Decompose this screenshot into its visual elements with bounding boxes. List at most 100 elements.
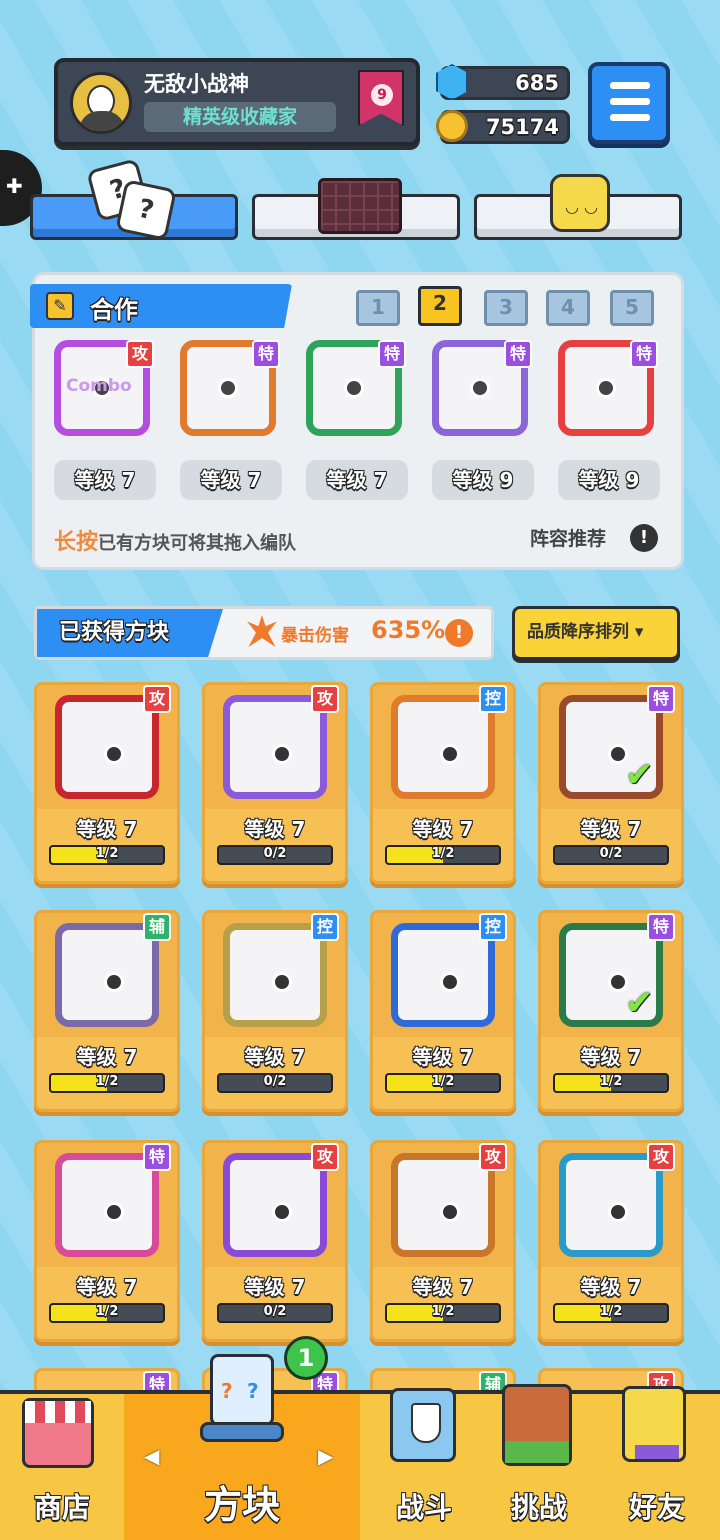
block-center-icon xyxy=(344,378,364,398)
deck-section-label: 合作 xyxy=(90,296,138,324)
nav-challenge-label: 挑战 xyxy=(510,1491,567,1524)
block-level: 等级 7 xyxy=(580,1275,642,1299)
deck-card-level: 等级 7 xyxy=(54,460,156,500)
menu-button[interactable] xyxy=(588,62,670,144)
deck-page-3[interactable]: 3 xyxy=(484,290,528,326)
shop-icon xyxy=(22,1398,94,1468)
progress-text: 0/2 xyxy=(263,1304,287,1319)
deck-card-level: 等级 9 xyxy=(558,460,660,500)
deck-page-4[interactable]: 4 xyxy=(546,290,590,326)
block-card[interactable]: 攻等级 7 1/2 xyxy=(538,1140,684,1342)
block-type-tag: 攻 xyxy=(311,1143,339,1171)
hint-emphasis: 长按 xyxy=(54,530,99,555)
obtained-header: 已获得方块 暴击伤害 635% ! xyxy=(34,606,494,660)
lineup-recommend-button[interactable]: 阵容推荐 xyxy=(530,524,606,551)
nav-right-arrow[interactable]: ▶ xyxy=(318,1444,333,1468)
block-card[interactable]: 特 ✔ 等级 7 0/2 xyxy=(538,682,684,884)
block-level: 等级 7 xyxy=(580,817,642,841)
coin-icon xyxy=(436,110,468,142)
info-icon[interactable]: ! xyxy=(630,524,658,552)
nav-left-arrow[interactable]: ◀ xyxy=(144,1444,159,1468)
deck-page-2[interactable]: 2 xyxy=(418,286,462,326)
deck-card[interactable]: 特 xyxy=(302,334,412,444)
coin-amount: 75174 xyxy=(485,115,559,139)
block-card[interactable]: 攻等级 7 1/2 xyxy=(34,682,180,884)
nav-shop[interactable]: 商店 xyxy=(0,1394,124,1540)
pedestal-icon xyxy=(200,1422,284,1442)
rank-badge[interactable]: 9 xyxy=(358,70,404,126)
block-card[interactable]: 攻等级 7 1/2 xyxy=(370,1140,516,1342)
block-card[interactable]: 攻等级 7 0/2 xyxy=(202,1140,348,1342)
upgrade-progress-bar: 1/2 xyxy=(385,1303,501,1323)
nav-blocks[interactable]: ? ? ◀ ▶ 方块 xyxy=(124,1354,360,1540)
block-card[interactable]: 特等级 7 1/2 xyxy=(34,1140,180,1342)
edit-icon[interactable]: ✎ xyxy=(46,292,74,320)
block-type-tag: 攻 xyxy=(479,1143,507,1171)
obtained-label: 已获得方块 xyxy=(37,609,223,657)
block-center-icon xyxy=(440,744,460,764)
block-level: 等级 7 xyxy=(244,817,306,841)
rank-number: 9 xyxy=(371,84,393,106)
upgrade-progress-bar: 0/2 xyxy=(553,845,669,865)
nav-friends-label: 好友 xyxy=(628,1491,685,1524)
deck-card[interactable]: 特 xyxy=(176,334,286,444)
block-level: 等级 7 xyxy=(412,1275,474,1299)
upgrade-progress-bar: 1/2 xyxy=(49,1303,165,1323)
deck-page-5[interactable]: 5 xyxy=(610,290,654,326)
block-center-icon xyxy=(608,1202,628,1222)
block-center-icon xyxy=(440,972,460,992)
nav-shop-label: 商店 xyxy=(33,1491,90,1524)
block-level: 等级 7 xyxy=(244,1045,306,1069)
equipped-check-icon: ✔ xyxy=(625,983,654,1023)
progress-text: 1/2 xyxy=(599,1304,623,1319)
progress-text: 1/2 xyxy=(95,1304,119,1319)
deck-card[interactable]: 攻 Combo xyxy=(50,334,160,444)
progress-text: 1/2 xyxy=(599,1074,623,1089)
block-type-tag: 特 xyxy=(252,340,280,368)
block-type-tag: 控 xyxy=(479,685,507,713)
block-center-icon xyxy=(596,378,616,398)
upgrade-progress-bar: 1/2 xyxy=(49,845,165,865)
block-level: 等级 7 xyxy=(76,817,138,841)
block-center-icon xyxy=(272,972,292,992)
profile-panel[interactable]: 无敌小战神 精英级收藏家 9 xyxy=(54,58,420,146)
block-card[interactable]: 控等级 7 1/2 xyxy=(370,682,516,884)
deck-card-level: 等级 9 xyxy=(432,460,534,500)
progress-text: 0/2 xyxy=(263,1074,287,1089)
progress-text: 0/2 xyxy=(263,846,287,861)
nav-challenge[interactable]: 挑战 xyxy=(484,1384,594,1540)
block-center-icon xyxy=(218,378,238,398)
deck-card[interactable]: 特 xyxy=(428,334,538,444)
block-type-tag: 特 xyxy=(504,340,532,368)
block-card[interactable]: 控等级 7 1/2 xyxy=(370,910,516,1112)
avatar[interactable] xyxy=(70,72,132,134)
crit-icon xyxy=(247,615,277,647)
friend-character-icon xyxy=(622,1386,686,1462)
nav-blocks-label: 方块 xyxy=(203,1483,280,1527)
deck-page-1[interactable]: 1 xyxy=(356,290,400,326)
sort-dropdown[interactable]: 品质降序排列 ▾ xyxy=(512,606,680,660)
progress-text: 1/2 xyxy=(95,1074,119,1089)
block-card[interactable]: 辅等级 7 1/2 xyxy=(34,910,180,1112)
sword-shield-icon xyxy=(390,1388,456,1462)
chocolate-block-icon xyxy=(318,178,402,234)
smiley-block-icon: ◡ ◡ xyxy=(550,174,610,232)
block-type-tag: 特 xyxy=(647,685,675,713)
player-title: 精英级收藏家 xyxy=(144,102,336,132)
block-card[interactable]: 攻等级 7 0/2 xyxy=(202,682,348,884)
player-name: 无敌小战神 xyxy=(144,72,249,96)
equipped-check-icon: ✔ xyxy=(625,755,654,795)
nav-battle-label: 战斗 xyxy=(395,1491,452,1524)
nav-battle[interactable]: 战斗 xyxy=(364,1388,484,1540)
crit-info-icon[interactable]: ! xyxy=(445,619,473,647)
block-card[interactable]: 控等级 7 0/2 xyxy=(202,910,348,1112)
block-card[interactable]: 特 ✔ 等级 7 1/2 xyxy=(538,910,684,1112)
deck-card[interactable]: 特 xyxy=(554,334,664,444)
drag-hint: 长按已有方块可将其拖入编队 xyxy=(54,524,296,556)
progress-text: 1/2 xyxy=(431,846,455,861)
dice-icon: ? xyxy=(115,179,177,241)
gem-amount: 685 xyxy=(515,71,559,95)
block-type-tag: 特 xyxy=(378,340,406,368)
nav-friends[interactable]: 好友 xyxy=(594,1386,720,1540)
block-level: 等级 7 xyxy=(412,817,474,841)
